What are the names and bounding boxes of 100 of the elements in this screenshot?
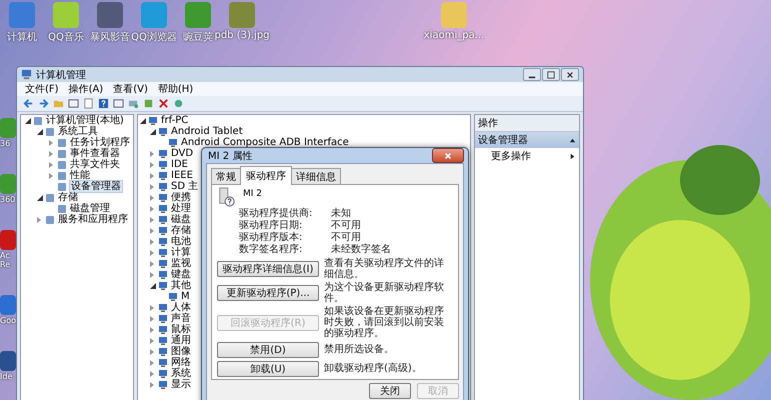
menu-item[interactable]: 帮助(H) (158, 82, 194, 96)
maximize-button[interactable] (542, 68, 560, 81)
tree-item[interactable]: 键盘 (170, 269, 192, 280)
device-icon (158, 324, 168, 334)
tree-item[interactable]: 事件查看器 (69, 148, 121, 159)
tree-item[interactable]: M (180, 291, 191, 302)
close-button[interactable] (432, 148, 464, 163)
device-icon (158, 182, 168, 192)
expander-icon[interactable] (140, 118, 146, 124)
action-link[interactable]: 更多操作 (491, 149, 531, 163)
tree-item[interactable]: 磁盘 (170, 214, 192, 225)
disable-icon[interactable] (158, 98, 169, 109)
tree-item[interactable]: 计算机管理(本地) (45, 115, 125, 126)
icon-label: xiaomi_pa... (424, 30, 484, 41)
tree-item[interactable]: 人体 (170, 302, 192, 313)
expander-icon[interactable] (37, 128, 43, 134)
info-value: 不可用 (331, 220, 362, 231)
menu-item[interactable]: 文件(F) (25, 82, 59, 96)
device-icon (158, 270, 168, 280)
device-icon (158, 336, 168, 346)
action-description: 查看有关驱动程序文件的详细信息。 (324, 258, 445, 280)
close-icon (566, 70, 574, 78)
menu-item[interactable]: 操作(A) (68, 82, 104, 96)
unknown-device-icon (217, 187, 235, 207)
app-icon[interactable] (0, 230, 16, 250)
tree-item[interactable]: 系统 (170, 368, 192, 379)
tree-item[interactable]: 网络 (170, 357, 192, 368)
device-icon (158, 170, 168, 180)
device-icon (158, 248, 168, 258)
tree-item[interactable]: 任务计划程序 (69, 137, 131, 148)
minimize-button[interactable] (523, 68, 541, 81)
icon-label: pdb (3).jpg (214, 30, 270, 41)
tree-item[interactable]: 计算 (170, 247, 192, 258)
tree-item[interactable]: 共享文件夹 (69, 159, 121, 170)
expander-icon[interactable] (25, 118, 31, 124)
action-description: 卸载驱动程序(高级)。 (324, 363, 422, 374)
window-icon[interactable] (68, 98, 79, 109)
info-label: 数字签名程序: (239, 244, 304, 255)
driver-action-button[interactable]: 禁用(D) (217, 342, 319, 358)
icon-label: 36 (0, 139, 12, 148)
dialog-button[interactable]: 关闭 (369, 383, 411, 399)
actions-header: 操作 (475, 115, 579, 132)
tree-item[interactable]: 性能 (69, 170, 91, 181)
icon-label: 豌豆荚 (183, 30, 213, 44)
expander-icon[interactable] (150, 282, 156, 288)
menu-item[interactable]: 查看(V) (113, 82, 148, 96)
tree-item[interactable]: IDE (170, 159, 189, 170)
back-icon[interactable] (23, 98, 34, 109)
close-icon (444, 152, 452, 160)
tree-item[interactable]: 便携 (170, 192, 192, 203)
tree-item[interactable]: frf-PC (160, 115, 190, 126)
collapse-icon[interactable] (569, 136, 576, 144)
tree-item[interactable]: 系统工具 (57, 126, 99, 137)
tree-item[interactable]: 磁盘管理 (69, 203, 111, 214)
folder-icon[interactable] (53, 98, 64, 109)
expander-icon[interactable] (150, 128, 156, 134)
computer-icon (21, 69, 32, 80)
device-icon (168, 292, 178, 302)
driver-action-button[interactable]: 卸载(U) (217, 360, 319, 376)
app-icon[interactable] (0, 351, 16, 371)
window-icon[interactable] (113, 98, 124, 109)
close-button[interactable] (561, 68, 579, 81)
info-label: 驱动程序版本: (239, 232, 304, 243)
tab[interactable]: 详细信息 (291, 168, 341, 185)
tab[interactable]: 驱动程序 (240, 166, 292, 185)
driver-action-button[interactable]: 更新驱动程序(P)... (217, 285, 319, 301)
tree-item[interactable]: 服务和应用程序 (57, 214, 129, 225)
tree-item[interactable]: 显示 (170, 379, 192, 390)
device-icon (158, 226, 168, 236)
tree-item[interactable]: 处理 (170, 203, 192, 214)
app-icon[interactable] (0, 295, 16, 315)
action-description: 禁用所选设备。 (324, 344, 394, 355)
tree-item[interactable]: DVD (170, 148, 194, 159)
device-icon (158, 236, 168, 246)
device-icon (158, 358, 168, 368)
tree-item[interactable]: Android Tablet (170, 126, 244, 137)
info-value: 未经数字签名 (331, 244, 392, 255)
tree-item[interactable]: IEEE (170, 170, 194, 181)
tree-item[interactable]: 存储 (170, 225, 192, 236)
tree-item[interactable]: Android Composite ADB Interface (180, 137, 350, 148)
tree-item[interactable]: 存储 (57, 192, 79, 203)
tree-item[interactable]: 声音 (170, 313, 192, 324)
tree-item[interactable]: 其他 (170, 280, 192, 291)
help-icon[interactable] (98, 98, 109, 109)
forward-icon[interactable] (38, 98, 49, 109)
tree-item[interactable]: SD 主 (170, 181, 200, 192)
device-icon (158, 214, 168, 224)
icon-label: Goo (0, 316, 17, 325)
expander-icon[interactable] (37, 194, 43, 200)
tab[interactable]: 常规 (211, 168, 241, 185)
driver-action-button[interactable]: 驱动程序详细信息(I) (217, 261, 319, 277)
tree-item[interactable]: 鼠标 (170, 324, 192, 335)
device-icon (158, 368, 168, 378)
app-icon[interactable] (97, 2, 123, 28)
tree-item[interactable]: 电池 (170, 236, 192, 247)
tree-item[interactable]: 设备管理器 (69, 180, 123, 193)
page-icon[interactable] (83, 98, 94, 109)
tree-item[interactable]: 通用 (170, 335, 192, 346)
tree-item[interactable]: 监视 (170, 258, 192, 269)
tree-item[interactable]: 图像 (170, 346, 192, 357)
